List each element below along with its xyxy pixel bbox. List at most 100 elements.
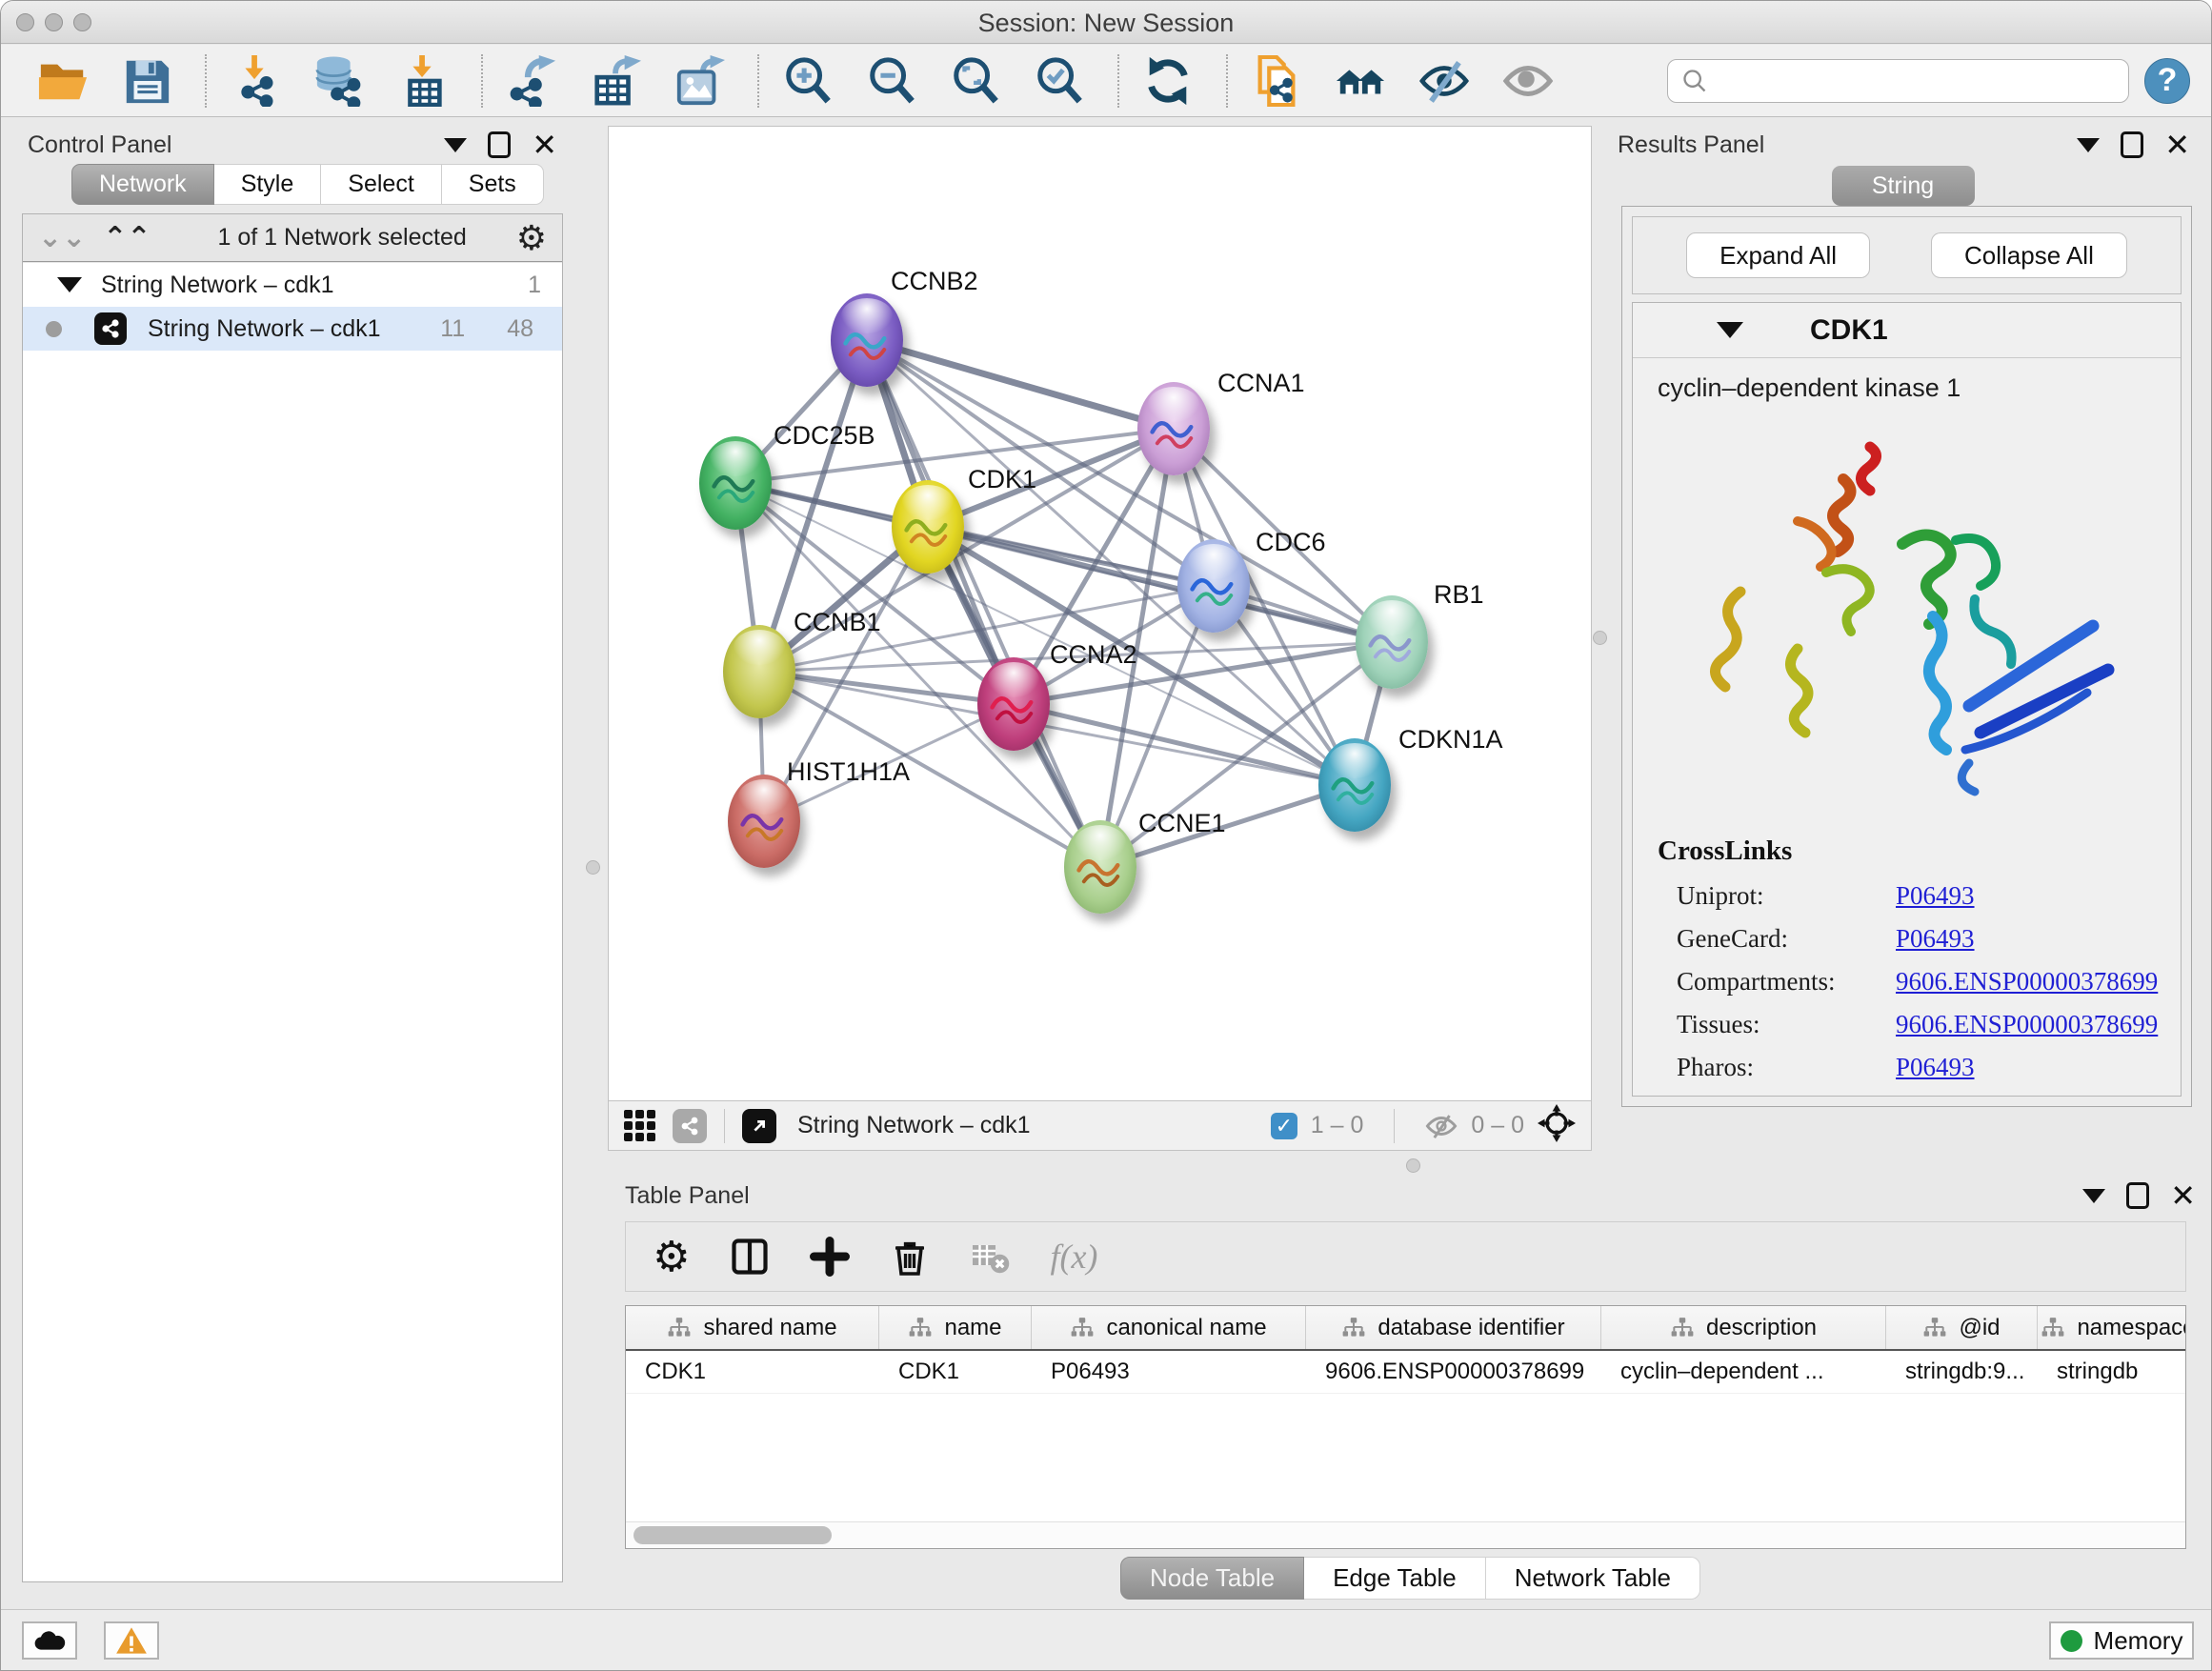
bottom-splitter-handle[interactable] [1406,1158,1420,1173]
memory-button[interactable]: Memory [2049,1621,2194,1660]
tab-network[interactable]: Network [71,164,214,205]
table-cell[interactable]: cyclin–dependent ... [1601,1351,1886,1393]
export-table-button[interactable] [586,52,645,110]
column-header-namespace[interactable]: namespace [2038,1306,2186,1349]
search-input[interactable] [1716,67,2115,94]
delete-column-icon[interactable] [890,1237,930,1277]
table-cell[interactable]: stringdb:9... [1886,1351,2038,1393]
delete-table-icon[interactable] [970,1237,1010,1277]
refresh-network-button[interactable] [1138,52,1197,110]
tab-node-table[interactable]: Node Table [1120,1557,1304,1600]
table-cell[interactable]: stringdb [2038,1351,2186,1393]
add-column-icon[interactable] [810,1237,850,1277]
crosslink-value[interactable]: 9606.ENSP00000378699 [1896,1010,2158,1039]
collapse-panel-icon[interactable] [2082,1189,2105,1203]
float-panel-icon[interactable] [2126,1182,2149,1209]
crosslink-value[interactable]: P06493 [1896,1053,1975,1082]
birdseye-view-icon[interactable] [1538,1104,1576,1147]
network-node-cdkn1a[interactable] [1318,738,1391,832]
float-panel-icon[interactable] [2121,131,2143,158]
zoom-out-button[interactable] [862,52,921,110]
network-node-rb1[interactable] [1356,595,1428,689]
table-cell[interactable]: 9606.ENSP00000378699 [1306,1351,1601,1393]
warnings-button[interactable] [104,1621,159,1660]
network-node-ccna1[interactable] [1137,382,1210,475]
zoom-fit-button[interactable] [946,52,1005,110]
open-session-button[interactable] [33,52,92,110]
collapse-panel-icon[interactable] [444,138,467,152]
column-header-description[interactable]: description [1601,1306,1886,1349]
new-network-from-selection-button[interactable] [1247,52,1306,110]
network-view-icon[interactable] [673,1109,707,1143]
network-options-gear-icon[interactable]: ⚙ [516,221,547,255]
import-network-file-button[interactable] [226,52,285,110]
network-collection-row[interactable]: String Network – cdk1 1 [23,263,562,307]
network-canvas[interactable]: CCNB2CCNA1CDC25BCDK1CDC6RB1CCNB1CCNA2CDK… [608,126,1592,1101]
grid-view-icon[interactable] [624,1110,655,1141]
hide-selected-button[interactable] [1415,52,1474,110]
column-header-databaseidentifier[interactable]: database identifier [1306,1306,1601,1349]
collapse-all-button[interactable]: Collapse All [1931,232,2127,278]
column-header-sharedname[interactable]: shared name [626,1306,879,1349]
import-network-database-button[interactable] [310,52,369,110]
network-node-ccna2[interactable] [977,657,1050,751]
global-search-field[interactable] [1667,59,2129,103]
close-panel-icon[interactable]: ✕ [2164,130,2190,160]
network-node-cdk1[interactable] [892,480,964,574]
left-splitter-handle[interactable] [586,860,600,875]
network-node-cdc25b[interactable] [699,436,772,530]
network-edge[interactable] [867,340,1174,429]
results-tab-string[interactable]: String [1832,166,1975,206]
detach-view-icon[interactable] [742,1109,776,1143]
save-session-button[interactable] [117,52,176,110]
function-builder-icon[interactable]: f(x) [1050,1237,1097,1277]
close-panel-icon[interactable]: ✕ [532,130,557,160]
table-cell[interactable]: CDK1 [879,1351,1032,1393]
float-panel-icon[interactable] [488,131,511,158]
collapse-panel-icon[interactable] [2077,138,2100,152]
column-header-id[interactable]: @id [1886,1306,2038,1349]
scrollbar-thumb[interactable] [633,1526,832,1544]
expand-all-tree-icon[interactable]: ⌄⌄ [38,224,86,252]
help-button[interactable]: ? [2144,58,2190,104]
cloud-status-button[interactable] [22,1621,77,1660]
selected-nodes-checkbox[interactable]: ✓ [1271,1113,1297,1139]
collection-expand-icon[interactable] [57,277,82,292]
crosslink-value[interactable]: P06493 [1896,924,1975,954]
show-columns-icon[interactable] [730,1237,770,1277]
expand-all-button[interactable]: Expand All [1686,232,1870,278]
tab-style[interactable]: Style [214,164,322,205]
horizontal-scrollbar[interactable] [626,1521,2185,1548]
column-header-name[interactable]: name [879,1306,1032,1349]
gene-section-header[interactable]: CDK1 [1633,303,2181,358]
zoom-selected-button[interactable] [1030,52,1089,110]
gene-expand-icon[interactable] [1717,322,1743,338]
close-panel-icon[interactable]: ✕ [2170,1180,2196,1211]
zoom-in-button[interactable] [778,52,837,110]
table-cell[interactable]: CDK1 [626,1351,879,1393]
tab-edge-table[interactable]: Edge Table [1304,1557,1486,1600]
network-edge[interactable] [1014,704,1355,785]
export-network-button[interactable] [502,52,561,110]
show-all-button[interactable] [1498,52,1558,110]
network-row[interactable]: String Network – cdk1 11 48 [23,307,562,351]
network-node-hist1h1a[interactable] [728,775,800,868]
network-node-ccne1[interactable] [1064,820,1136,914]
network-edge[interactable] [759,672,1014,704]
table-cell[interactable]: P06493 [1032,1351,1306,1393]
tab-select[interactable]: Select [321,164,441,205]
crosslink-value[interactable]: P06493 [1896,881,1975,911]
table-row[interactable]: CDK1CDK1P064939606.ENSP00000378699cyclin… [626,1351,2185,1394]
export-image-button[interactable] [670,52,729,110]
network-node-ccnb2[interactable] [831,293,903,387]
first-neighbors-button[interactable] [1331,52,1390,110]
column-header-canonicalname[interactable]: canonical name [1032,1306,1306,1349]
tab-sets[interactable]: Sets [442,164,544,205]
collapse-all-tree-icon[interactable]: ⌃⌃ [103,224,151,252]
import-table-file-button[interactable] [393,52,452,110]
table-settings-gear-icon[interactable]: ⚙ [653,1233,690,1281]
network-node-cdc6[interactable] [1177,539,1250,633]
tab-network-table[interactable]: Network Table [1486,1557,1700,1600]
network-node-ccnb1[interactable] [723,625,795,718]
crosslink-value[interactable]: 9606.ENSP00000378699 [1896,967,2158,997]
